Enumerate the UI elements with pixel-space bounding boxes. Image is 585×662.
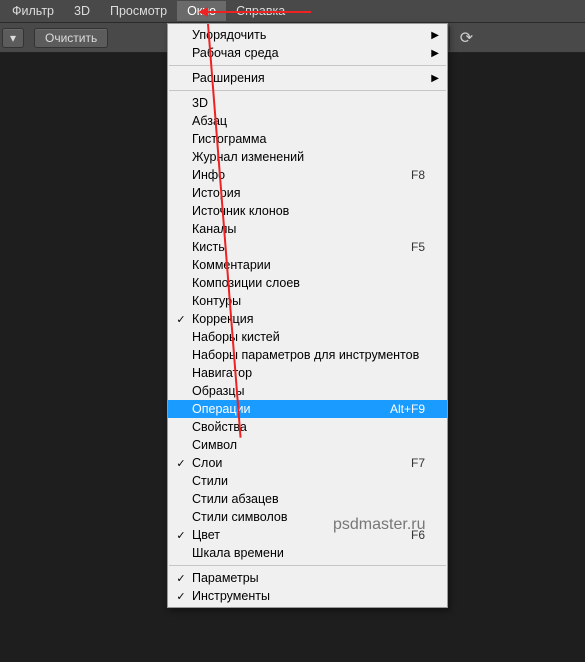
check-icon: ✓ [174, 529, 188, 542]
menu-separator [169, 565, 446, 566]
menu-item-label: Слои [192, 456, 411, 470]
menu-item-label: Контуры [192, 294, 425, 308]
menu-item[interactable]: Абзац [168, 112, 447, 130]
menu-item-label: Операции [192, 402, 390, 416]
menu-item-label: Стили [192, 474, 425, 488]
menu-item-label: Абзац [192, 114, 425, 128]
check-icon: ✓ [174, 590, 188, 603]
menu-item-label: Навигатор [192, 366, 425, 380]
menu-item[interactable]: Наборы кистей [168, 328, 447, 346]
menu-item[interactable]: Стили [168, 472, 447, 490]
menu-item-label: Коррекция [192, 312, 425, 326]
menu-item[interactable]: ✓ СлоиF7 [168, 454, 447, 472]
menu-item-label: Шкала времени [192, 546, 425, 560]
menu-item-label: Журнал изменений [192, 150, 425, 164]
menu-item-label: Расширения [192, 71, 425, 85]
menu-item-label: Инструменты [192, 589, 425, 603]
menu-item-label: Наборы кистей [192, 330, 425, 344]
toolbar-dropdown-button[interactable]: ▾ [2, 28, 24, 48]
menu-item[interactable]: Образцы [168, 382, 447, 400]
menu-3d[interactable]: 3D [64, 1, 100, 21]
menu-item-label: Стили абзацев [192, 492, 425, 506]
menu-item[interactable]: Гистограмма [168, 130, 447, 148]
menu-item-label: Упорядочить [192, 28, 425, 42]
menu-item-label: Свойства [192, 420, 425, 434]
menu-item[interactable]: Каналы [168, 220, 447, 238]
clear-button[interactable]: Очистить [34, 28, 108, 48]
menu-item[interactable]: ✓ Коррекция [168, 310, 447, 328]
menu-просмотр[interactable]: Просмотр [100, 1, 177, 21]
chevron-down-icon: ▾ [10, 31, 16, 45]
menu-item-label: Рабочая среда [192, 46, 425, 60]
menu-item[interactable]: Свойства [168, 418, 447, 436]
menu-item[interactable]: Навигатор [168, 364, 447, 382]
menu-item[interactable]: Журнал изменений [168, 148, 447, 166]
menu-item[interactable]: Наборы параметров для инструментов [168, 346, 447, 364]
menu-item-shortcut: F5 [411, 240, 425, 254]
menu-item-label: Инфо [192, 168, 411, 182]
menu-item-label: Наборы параметров для инструментов [192, 348, 425, 362]
menu-item[interactable]: Шкала времени [168, 544, 447, 562]
watermark: psdmaster.ru [333, 516, 425, 534]
menu-item[interactable]: 3D [168, 94, 447, 112]
submenu-arrow-icon: ▶ [431, 30, 439, 41]
menu-item-label: Источник клонов [192, 204, 425, 218]
menu-item-label: Параметры [192, 571, 425, 585]
menu-фильтр[interactable]: Фильтр [2, 1, 64, 21]
menu-item-label: История [192, 186, 425, 200]
menu-item[interactable]: Источник клонов [168, 202, 447, 220]
menu-item-label: 3D [192, 96, 425, 110]
menu-item[interactable]: Композиции слоев [168, 274, 447, 292]
menu-item[interactable]: Комментарии [168, 256, 447, 274]
menu-item[interactable]: ✓ Параметры [168, 569, 447, 587]
refresh-icon[interactable]: ⟳ [449, 26, 473, 50]
menu-item[interactable]: Контуры [168, 292, 447, 310]
menu-item-label: Символ [192, 438, 425, 452]
check-icon: ✓ [174, 572, 188, 585]
menu-item-shortcut: Alt+F9 [390, 402, 425, 416]
menu-item-shortcut: F8 [411, 168, 425, 182]
menu-separator [169, 90, 446, 91]
menu-item-label: Гистограмма [192, 132, 425, 146]
menu-item[interactable]: ✓ Инструменты [168, 587, 447, 605]
menu-item-shortcut: F7 [411, 456, 425, 470]
submenu-arrow-icon: ▶ [431, 73, 439, 84]
menu-item[interactable]: ОперацииAlt+F9 [168, 400, 447, 418]
menu-item-label: Каналы [192, 222, 425, 236]
menu-item[interactable]: ИнфоF8 [168, 166, 447, 184]
annotation-arrow [206, 11, 311, 13]
menu-item[interactable]: КистьF5 [168, 238, 447, 256]
menu-item[interactable]: Символ [168, 436, 447, 454]
check-icon: ✓ [174, 457, 188, 470]
menu-item[interactable]: История [168, 184, 447, 202]
submenu-arrow-icon: ▶ [431, 48, 439, 59]
check-icon: ✓ [174, 313, 188, 326]
menu-item[interactable]: Стили абзацев [168, 490, 447, 508]
menu-item-label: Образцы [192, 384, 425, 398]
